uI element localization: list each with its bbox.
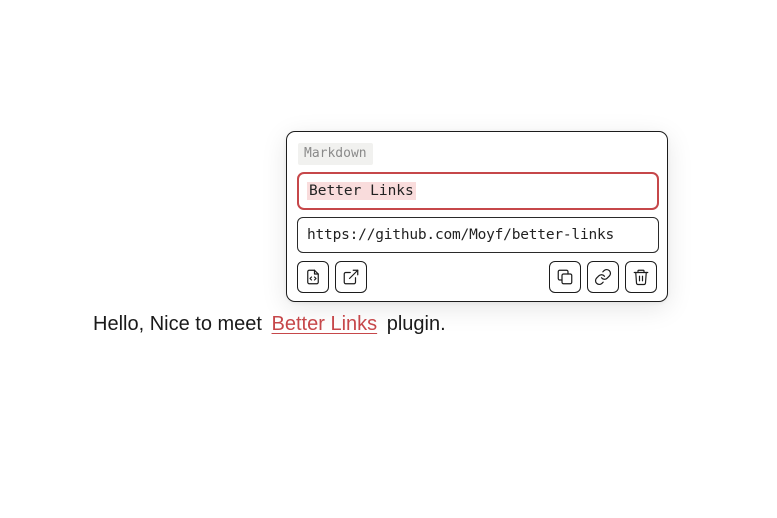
link-url-value: https://github.com/Moyf/better-links: [307, 227, 615, 243]
link-type-tag: Markdown: [298, 143, 373, 165]
link-text-value: Better Links: [307, 182, 416, 200]
copy-link-button[interactable]: [587, 261, 619, 293]
paragraph: Hello, Nice to meet Better Links plugin.: [93, 313, 446, 336]
copy-button[interactable]: [549, 261, 581, 293]
file-code-icon: [307, 269, 319, 285]
delete-link-button[interactable]: [625, 261, 657, 293]
external-link-icon: [343, 269, 359, 285]
convert-format-button[interactable]: [297, 261, 329, 293]
inline-link[interactable]: Better Links: [272, 313, 378, 335]
page: Markdown Better Links https://github.com…: [0, 0, 777, 518]
paragraph-suffix: plugin.: [386, 313, 446, 335]
link-text-input[interactable]: Better Links: [297, 172, 659, 210]
link-url-input[interactable]: https://github.com/Moyf/better-links: [297, 217, 659, 253]
link-icon: [594, 268, 612, 286]
open-link-button[interactable]: [335, 261, 367, 293]
link-edit-popover: Markdown Better Links https://github.com…: [286, 131, 668, 302]
paragraph-prefix: Hello, Nice to meet: [93, 313, 262, 335]
copy-icon: [557, 269, 573, 285]
trash-icon: [633, 269, 649, 286]
